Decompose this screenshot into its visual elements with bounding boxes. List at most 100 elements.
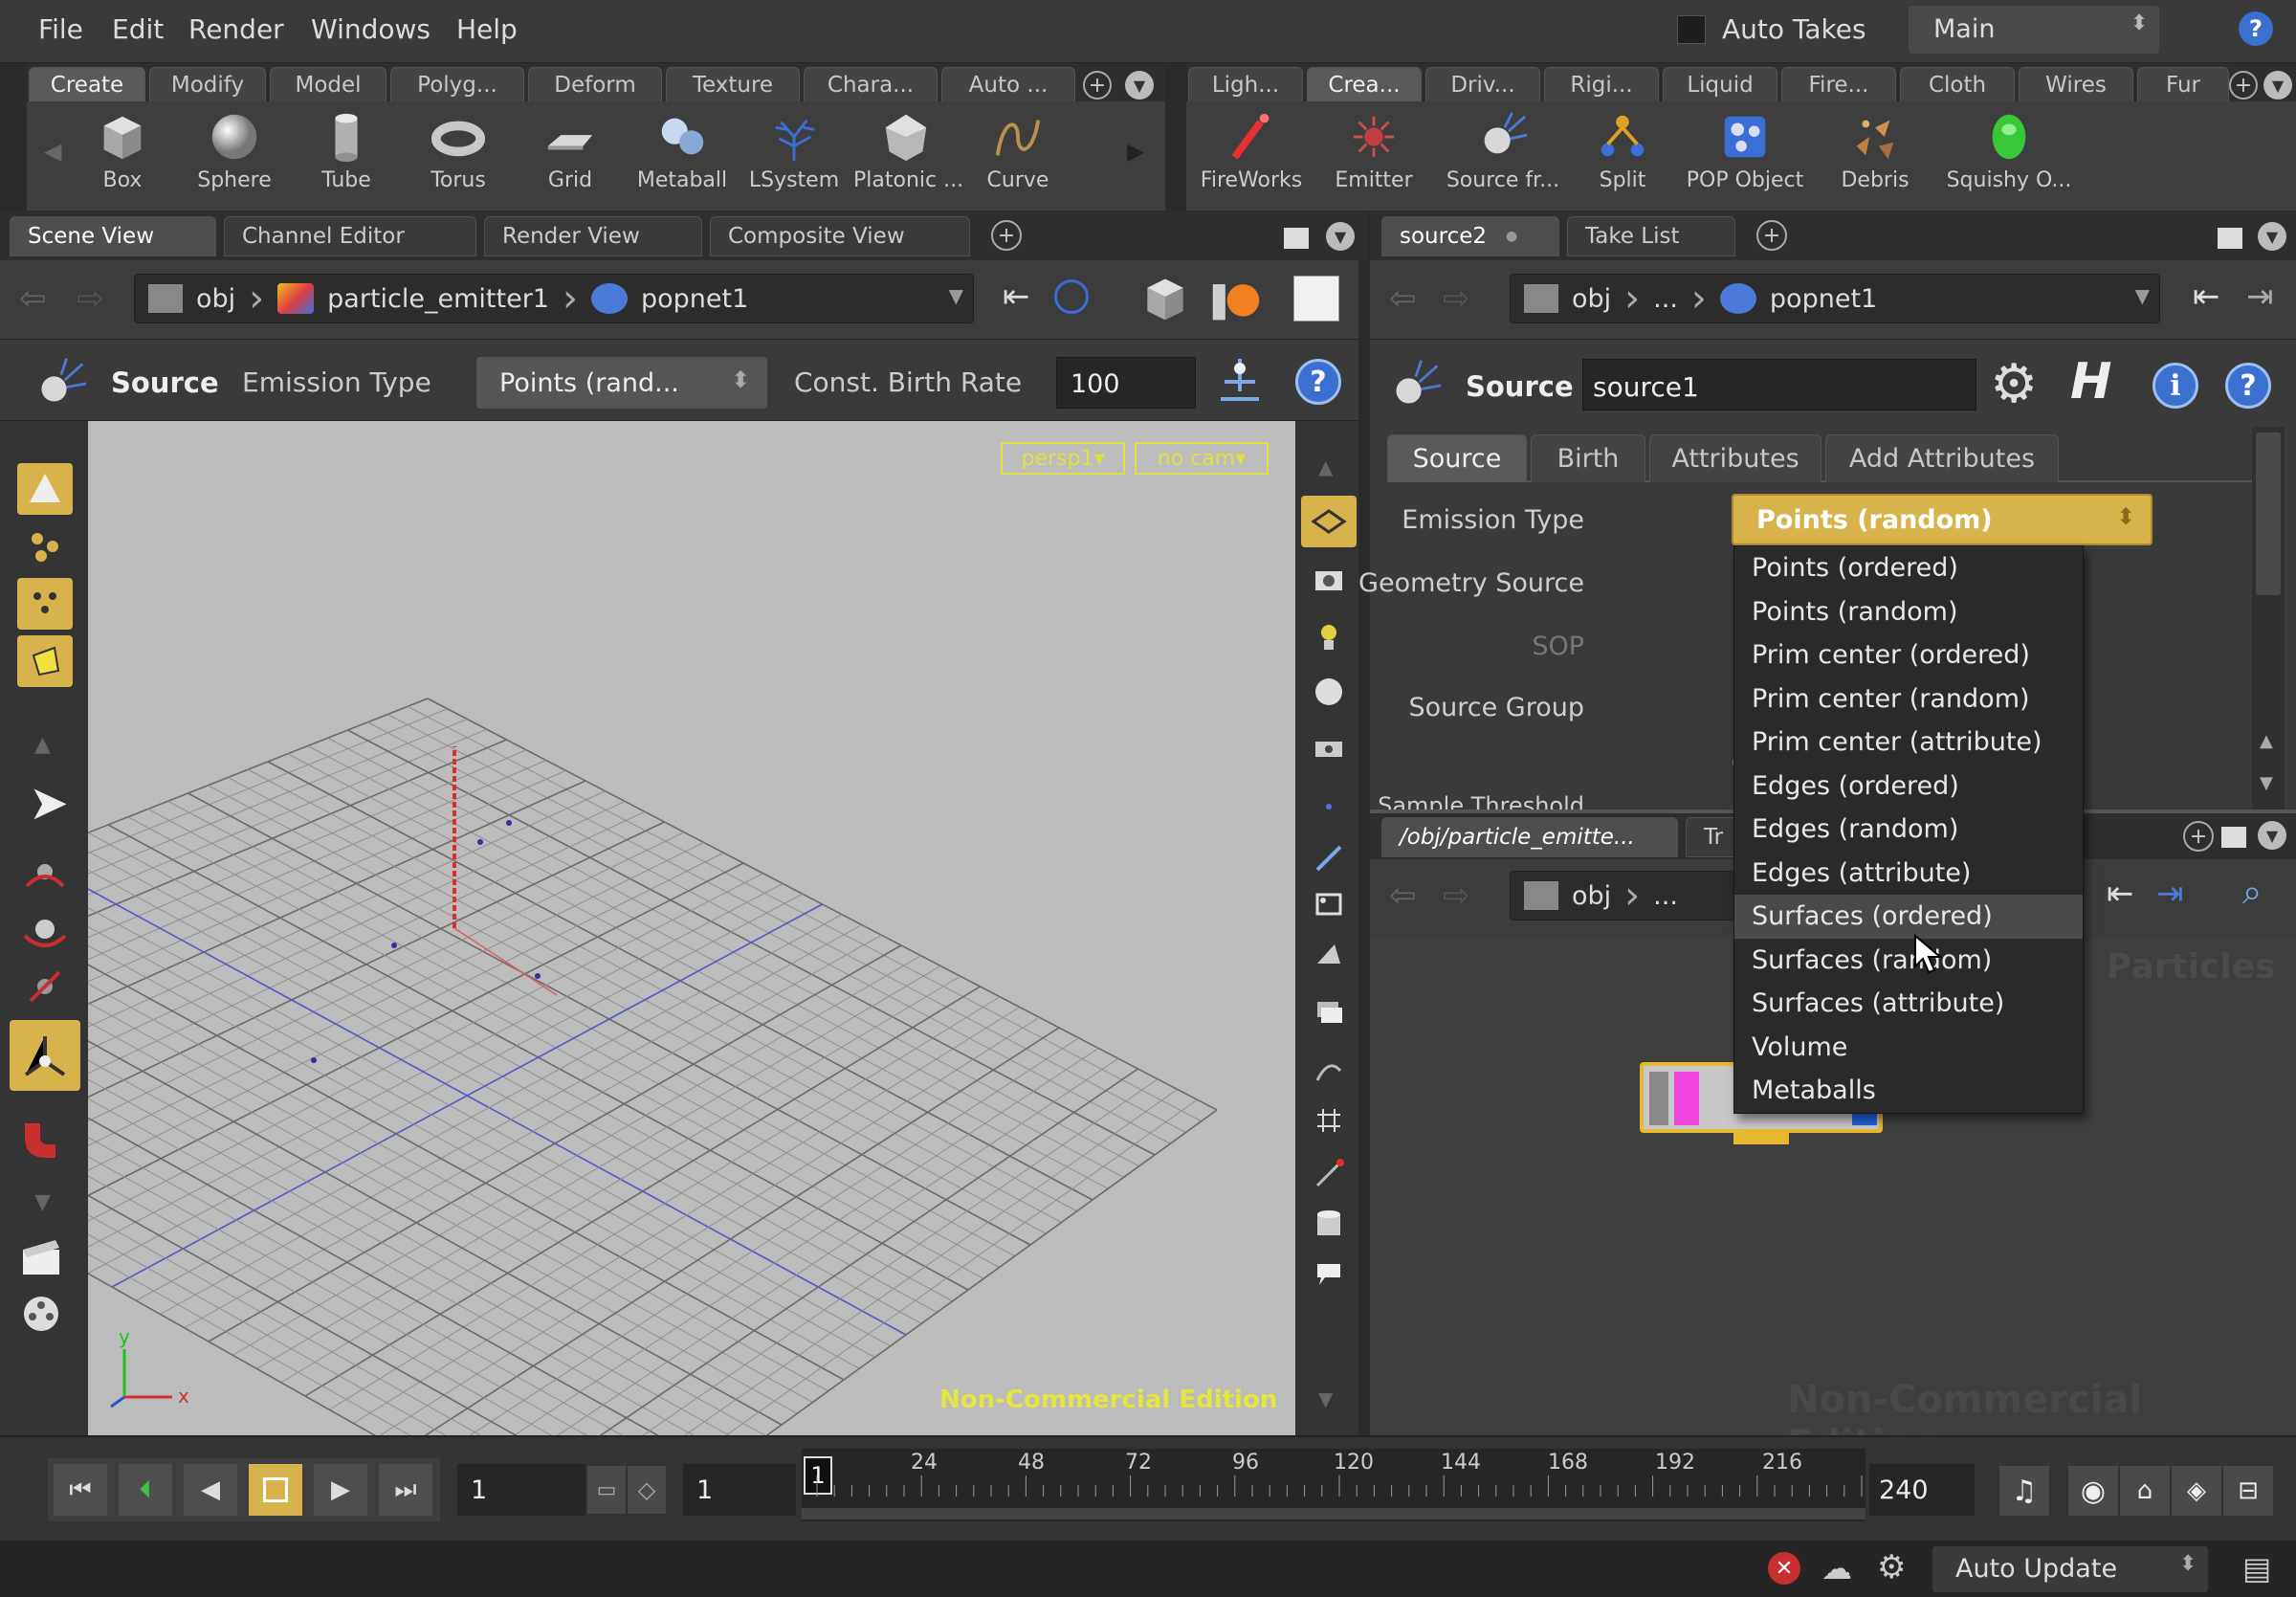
forward-arrow-icon[interactable]: ⇨ xyxy=(1443,279,1470,318)
shelf-tab-fire[interactable]: Fire... xyxy=(1781,67,1896,101)
realtime-button[interactable]: ◉ xyxy=(2068,1466,2118,1516)
current-frame-field[interactable]: 1 xyxy=(457,1464,585,1516)
shelf-tab-auto[interactable]: Auto ... xyxy=(941,67,1075,101)
scroll-down-icon[interactable]: ▼ xyxy=(34,1190,51,1214)
forward-arrow-icon[interactable]: ⇨ xyxy=(1443,876,1470,915)
tool-tube[interactable]: Tube xyxy=(294,101,399,201)
tab-scene-view[interactable]: Scene View xyxy=(10,216,216,256)
normal-display-tool[interactable] xyxy=(1301,832,1357,884)
info-icon[interactable]: i xyxy=(2152,363,2198,409)
prims-mode-tool[interactable] xyxy=(17,635,73,687)
performance-monitor-icon[interactable]: ▤ xyxy=(2242,1550,2271,1586)
dropdown-option[interactable]: Edges (ordered) xyxy=(1734,765,2083,809)
tab-composite-view[interactable]: Composite View xyxy=(710,216,970,256)
menu-render[interactable]: Render xyxy=(188,13,284,45)
shelf-tab-lights[interactable]: Ligh... xyxy=(1188,67,1303,101)
zoom-icon[interactable]: ⌕ xyxy=(2242,873,2262,913)
timeline-ruler[interactable]: 1 24 48 72 96 120 144 168 192 216 xyxy=(802,1449,1866,1521)
handle-tool[interactable] xyxy=(10,1020,80,1091)
template-tool[interactable] xyxy=(1301,926,1357,978)
desktop-select[interactable]: Main ⬍ xyxy=(1909,6,2159,54)
tool-sphere[interactable]: Sphere xyxy=(182,101,287,201)
help-icon[interactable]: ? xyxy=(2239,11,2273,46)
visibility-tool[interactable] xyxy=(1301,723,1357,775)
emission-type-select-open[interactable]: Points (random) ⬍ xyxy=(1732,494,2152,545)
node-output-connector[interactable] xyxy=(1733,1133,1789,1144)
add-shelf-icon[interactable]: + xyxy=(2229,71,2258,100)
tool-metaball[interactable]: Metaball xyxy=(629,101,735,201)
shelf-tab-polygon[interactable]: Polyg... xyxy=(390,67,524,101)
forward-arrow-icon[interactable]: ⇨ xyxy=(77,279,104,318)
background-color-icon[interactable] xyxy=(1293,276,1339,322)
crumb-popnet[interactable]: popnet1 xyxy=(1770,284,1877,314)
cache-tool[interactable] xyxy=(1301,1198,1357,1250)
close-tab-icon[interactable]: ● xyxy=(1506,229,1517,244)
network-link-icon[interactable] xyxy=(1054,279,1089,314)
play-button[interactable]: ▶ xyxy=(314,1464,367,1516)
pin-icon[interactable]: ⇤ xyxy=(2193,277,2220,316)
dropdown-option[interactable]: Metaballs xyxy=(1734,1069,2083,1113)
key-set-button[interactable]: ◈ xyxy=(2172,1466,2221,1516)
path-breadcrumb[interactable]: obj › ... › popnet1 ▼ xyxy=(1510,274,2160,323)
comment-tool[interactable] xyxy=(1301,1248,1357,1299)
shelf-tab-create-particles[interactable]: Crea... xyxy=(1307,67,1422,101)
shelf-tab-deform[interactable]: Deform xyxy=(528,67,662,101)
pin-icon[interactable]: ⇤ xyxy=(1003,277,1030,316)
menu-windows[interactable]: Windows xyxy=(311,13,430,45)
handle-icon[interactable] xyxy=(1211,353,1269,410)
key-delete-button[interactable]: ⊟ xyxy=(2223,1466,2273,1516)
guide-tool[interactable] xyxy=(1301,1043,1357,1095)
dropdown-option[interactable]: Volume xyxy=(1734,1026,2083,1070)
display-options-cube-icon[interactable] xyxy=(1138,272,1192,325)
tool-emitter[interactable]: Emitter xyxy=(1314,101,1433,201)
grid-display-tool[interactable] xyxy=(1301,1095,1357,1146)
scroll-up-icon[interactable]: ▲ xyxy=(34,733,51,757)
param-tab-add-attributes[interactable]: Add Attributes xyxy=(1825,434,2059,482)
scroll-up-icon[interactable]: ▲ xyxy=(1318,455,1333,478)
dropdown-option[interactable]: Edges (attribute) xyxy=(1734,852,2083,896)
maximize-pane-icon[interactable] xyxy=(1284,228,1309,249)
update-mode-select[interactable]: Auto Update ⬍ xyxy=(1932,1546,2208,1592)
dropdown-option[interactable]: Prim center (random) xyxy=(1734,677,2083,721)
start-frame-field[interactable]: 1 xyxy=(683,1464,796,1516)
tool-lsystem[interactable]: LSystem xyxy=(741,101,847,201)
chevron-down-icon[interactable]: ▼ xyxy=(949,284,963,307)
range-slider[interactable] xyxy=(802,1508,1866,1519)
tool-platonic[interactable]: Platonic ... xyxy=(853,101,963,201)
jump-end-button[interactable]: ⏭ xyxy=(379,1464,432,1516)
magnet-tool[interactable] xyxy=(13,1114,69,1165)
node-template-flag[interactable] xyxy=(1674,1072,1699,1125)
frame-options-icon[interactable]: ▭ xyxy=(587,1466,626,1514)
gear-icon[interactable]: ⚙ xyxy=(1990,353,2038,415)
add-tab-icon[interactable]: + xyxy=(991,220,1022,251)
tool-debris[interactable]: Debris xyxy=(1818,101,1932,201)
dropdown-option[interactable]: Edges (random) xyxy=(1734,808,2083,852)
lighting-icon[interactable] xyxy=(1209,272,1263,325)
flipbook-tool[interactable] xyxy=(13,1288,69,1340)
play-reverse-button[interactable]: ◀ xyxy=(184,1464,237,1516)
cook-icon[interactable]: ⚙ xyxy=(1877,1548,1906,1586)
stop-button[interactable] xyxy=(249,1464,302,1516)
add-tab-icon[interactable]: + xyxy=(1756,220,1787,251)
shelf-tab-liquid[interactable]: Liquid xyxy=(1663,67,1777,101)
select-mode-tool[interactable] xyxy=(17,463,73,515)
shelf-tab-modify[interactable]: Modify xyxy=(149,67,266,101)
tab-source2-params[interactable]: source2 ● xyxy=(1381,216,1559,256)
shelf-menu-icon[interactable]: ▼ xyxy=(2263,71,2292,100)
step-back-button[interactable]: ⏴ xyxy=(119,1464,172,1516)
jump-start-button[interactable]: ⏮ xyxy=(54,1464,107,1516)
edges-mode-tool[interactable] xyxy=(17,578,73,630)
emission-type-select[interactable]: Points (rand... ⬍ xyxy=(476,357,767,409)
link-icon[interactable]: ⇥ xyxy=(2246,277,2274,316)
key-icon[interactable]: ◇ xyxy=(628,1466,666,1514)
shelf-tab-wires[interactable]: Wires xyxy=(2019,67,2133,101)
shelf-tab-create[interactable]: Create xyxy=(29,67,145,101)
shelf-tab-model[interactable]: Model xyxy=(270,67,386,101)
audio-button[interactable]: ♫ xyxy=(1999,1466,2049,1516)
tool-curve[interactable]: Curve xyxy=(965,101,1071,201)
tool-pop-object[interactable]: POP Object xyxy=(1674,101,1816,201)
tool-box[interactable]: Box xyxy=(70,101,175,201)
tool-grid[interactable]: Grid xyxy=(518,101,623,201)
particle-display-tool[interactable] xyxy=(1301,1148,1357,1200)
menu-file[interactable]: File xyxy=(38,13,83,45)
